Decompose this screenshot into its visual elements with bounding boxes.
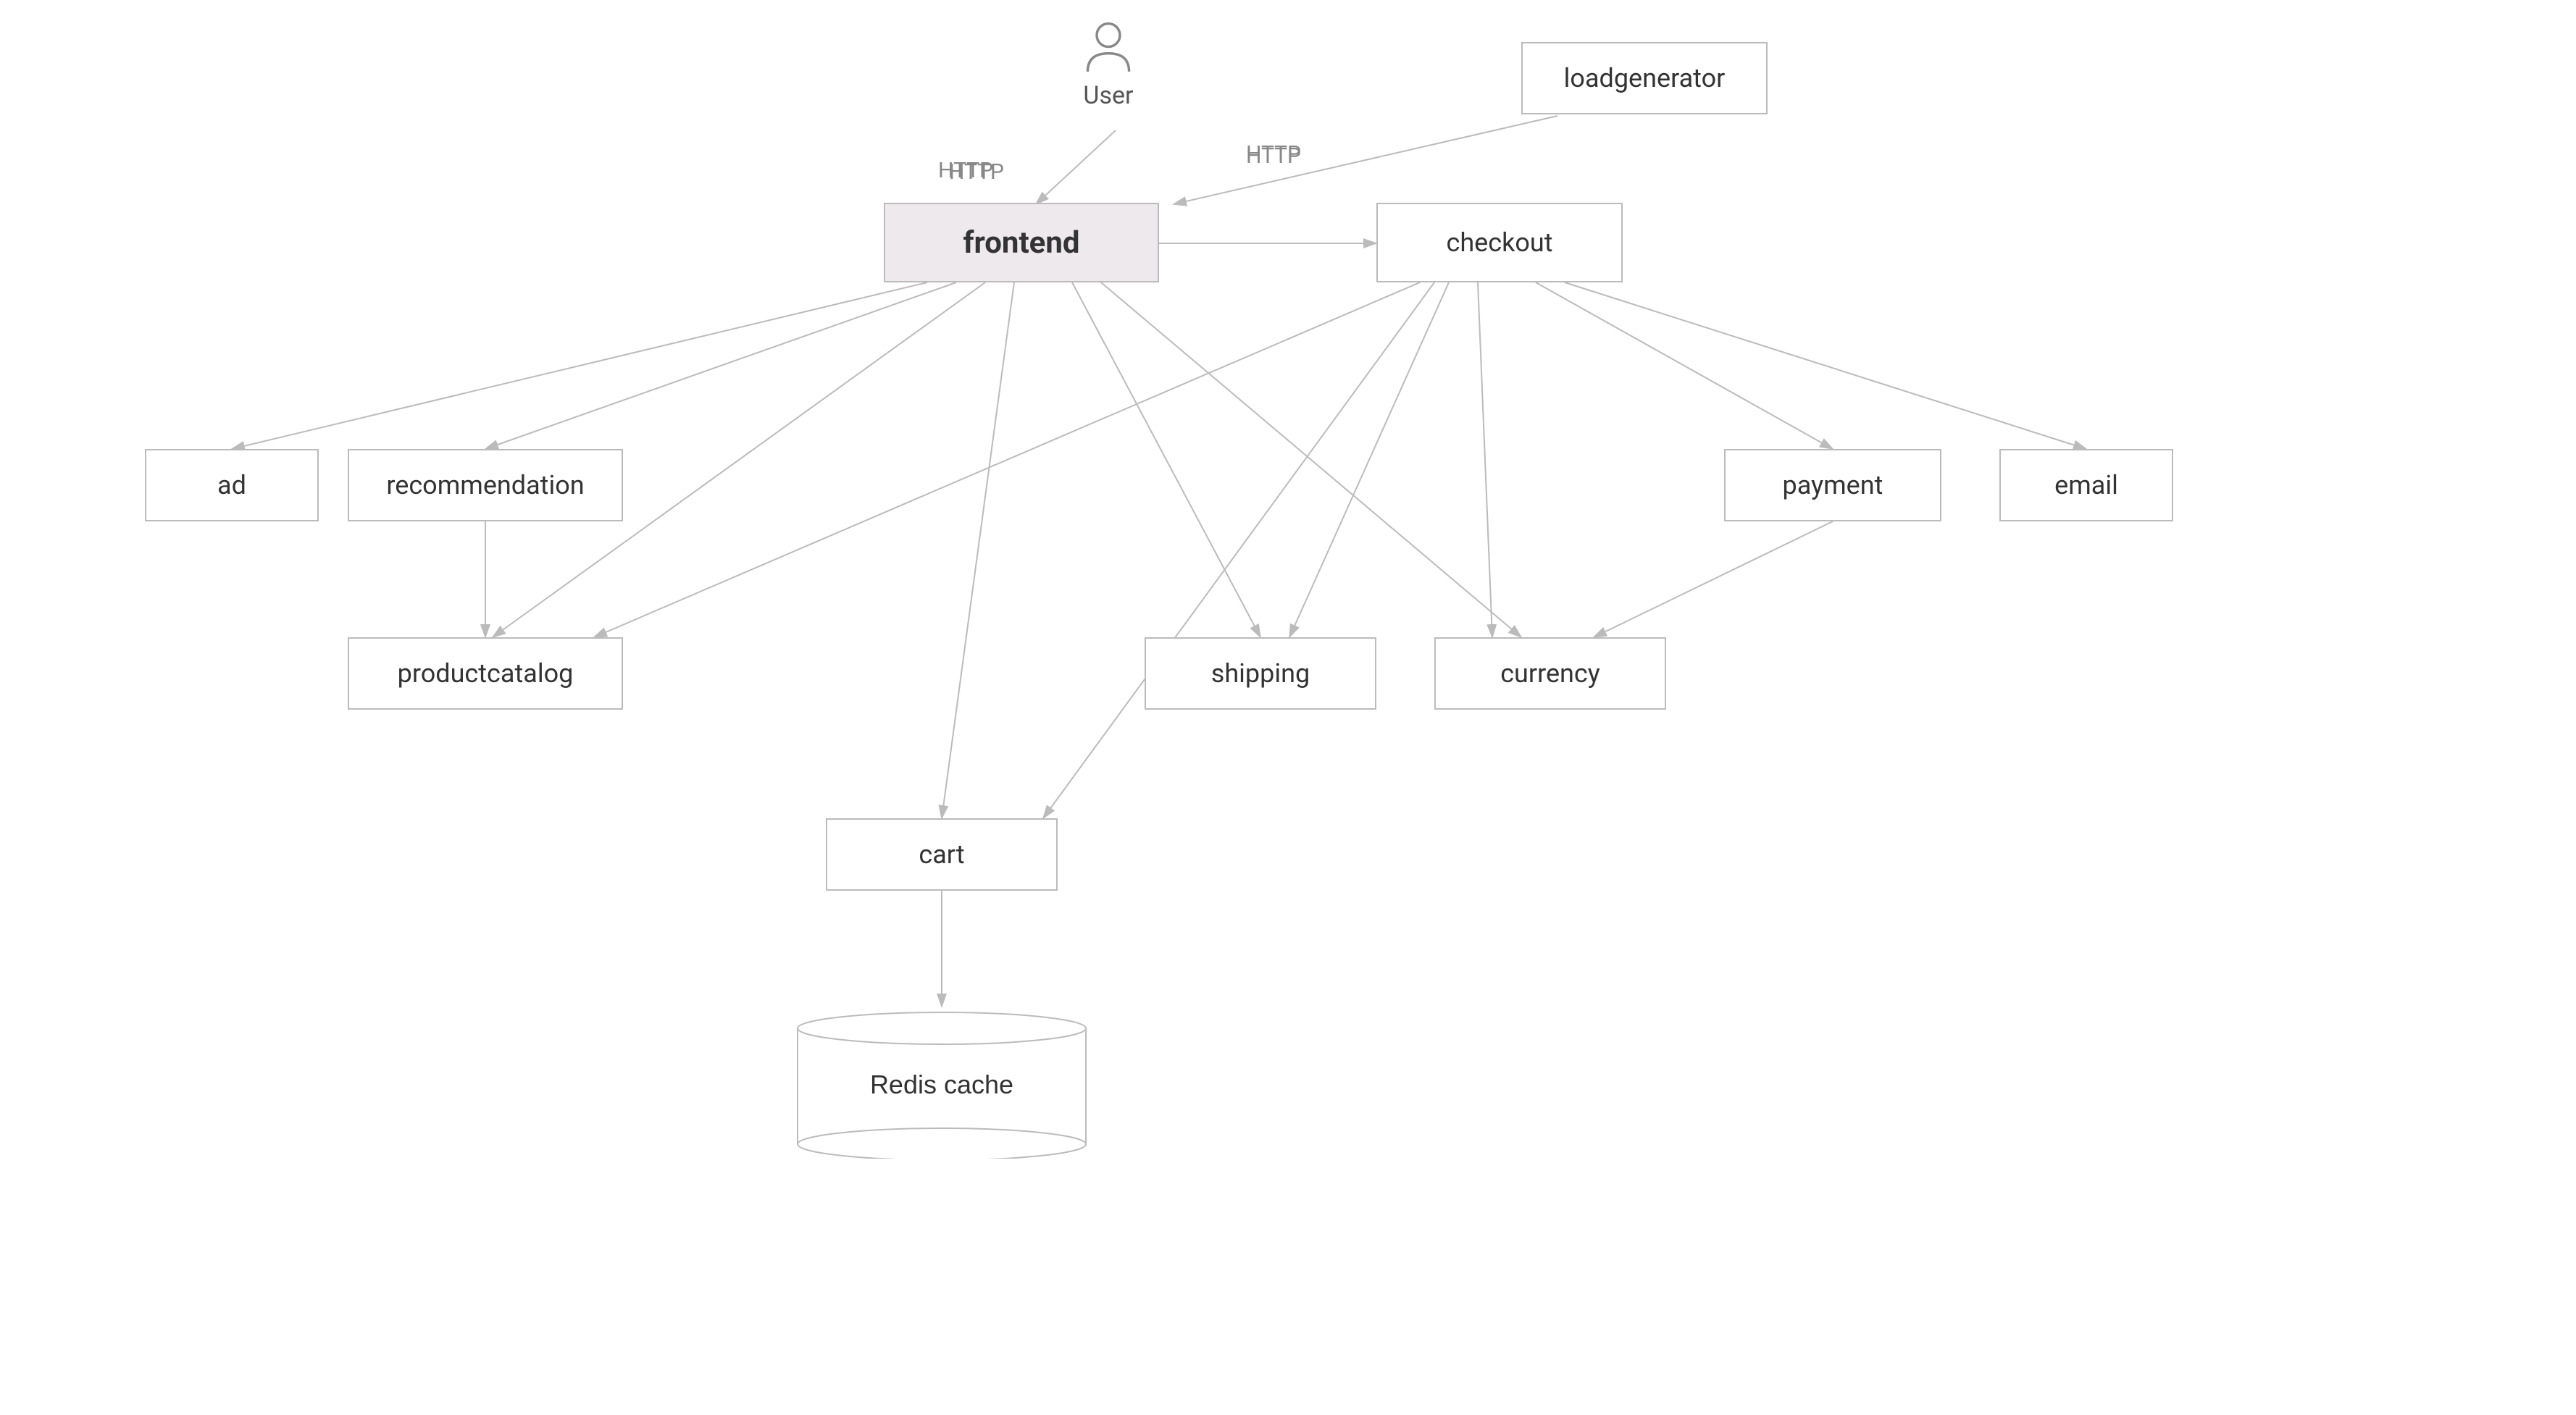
recommendation-node: recommendation [348, 449, 623, 521]
loadgenerator-node: loadgenerator [1521, 42, 1768, 114]
svg-text:Redis cache: Redis cache [870, 1070, 1013, 1099]
http1-label: HTTP [938, 158, 993, 183]
productcatalog-node: productcatalog [348, 637, 623, 710]
user-node: User [1079, 20, 1137, 110]
checkout-node: checkout [1376, 203, 1623, 282]
email-node: email [1999, 449, 2173, 521]
http2-label: HTTP [1246, 143, 1301, 169]
shipping-node: shipping [1145, 637, 1376, 710]
frontend-node: frontend [884, 203, 1159, 282]
cart-node: cart [826, 818, 1058, 891]
ad-node: ad [145, 449, 319, 521]
diagram-container: HTTP HTTP User loadgenerator frontend ch… [0, 0, 2576, 1415]
redis-node: Redis cache [797, 999, 1087, 1159]
payment-node: payment [1724, 449, 1941, 521]
currency-node: currency [1434, 637, 1666, 710]
